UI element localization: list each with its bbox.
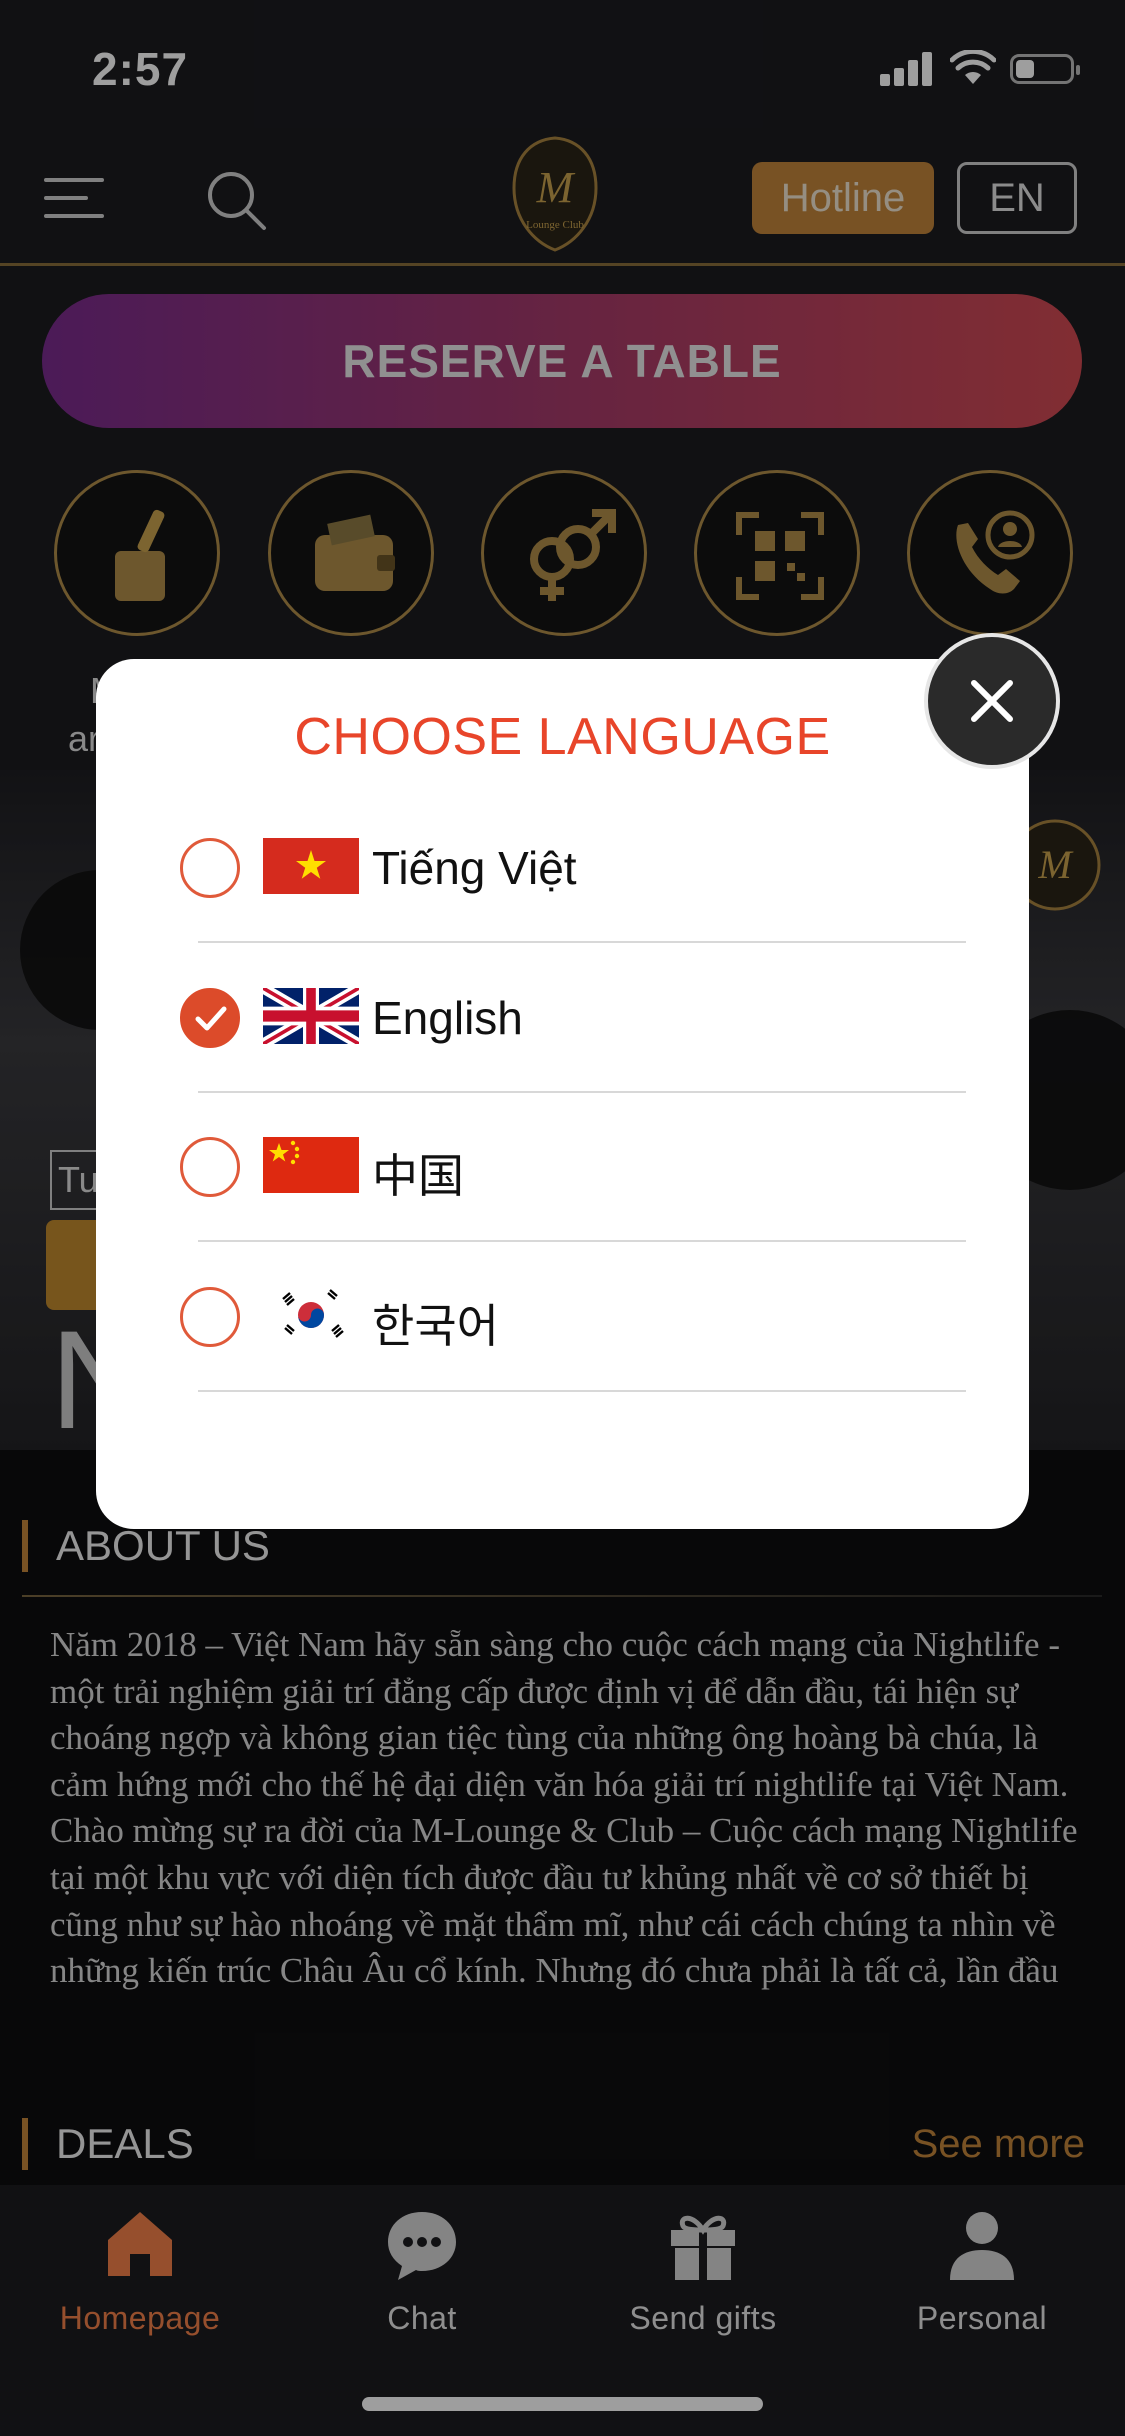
korea-flag-icon <box>263 1287 359 1343</box>
checkmark-icon <box>195 1006 227 1031</box>
language-label: English <box>372 992 523 1044</box>
radio-unchecked[interactable] <box>180 838 240 898</box>
language-option-korean[interactable]: 한국어 <box>96 1242 1029 1392</box>
radio-unchecked[interactable] <box>180 1137 240 1197</box>
language-option-vietnamese[interactable]: Tiếng Việt <box>96 793 1029 943</box>
language-label: 中国 <box>372 1150 464 1202</box>
uk-flag-icon <box>260 982 362 1050</box>
language-option-chinese[interactable]: 中国 <box>96 1092 1029 1242</box>
modal-title: CHOOSE LANGUAGE <box>294 708 831 766</box>
close-button[interactable] <box>924 633 1060 769</box>
language-label: 한국어 <box>372 1300 499 1352</box>
vietnam-flag-icon <box>263 838 359 894</box>
radio-checked[interactable] <box>180 988 240 1048</box>
china-flag-icon <box>263 1137 359 1193</box>
divider <box>198 1390 966 1392</box>
radio-unchecked[interactable] <box>180 1287 240 1347</box>
language-label: Tiếng Việt <box>372 842 577 894</box>
language-option-english[interactable]: English <box>96 943 1029 1093</box>
language-modal: CHOOSE LANGUAGE Tiếng Việt English 中国 한국어 <box>96 633 1060 1529</box>
close-icon <box>971 680 1013 722</box>
